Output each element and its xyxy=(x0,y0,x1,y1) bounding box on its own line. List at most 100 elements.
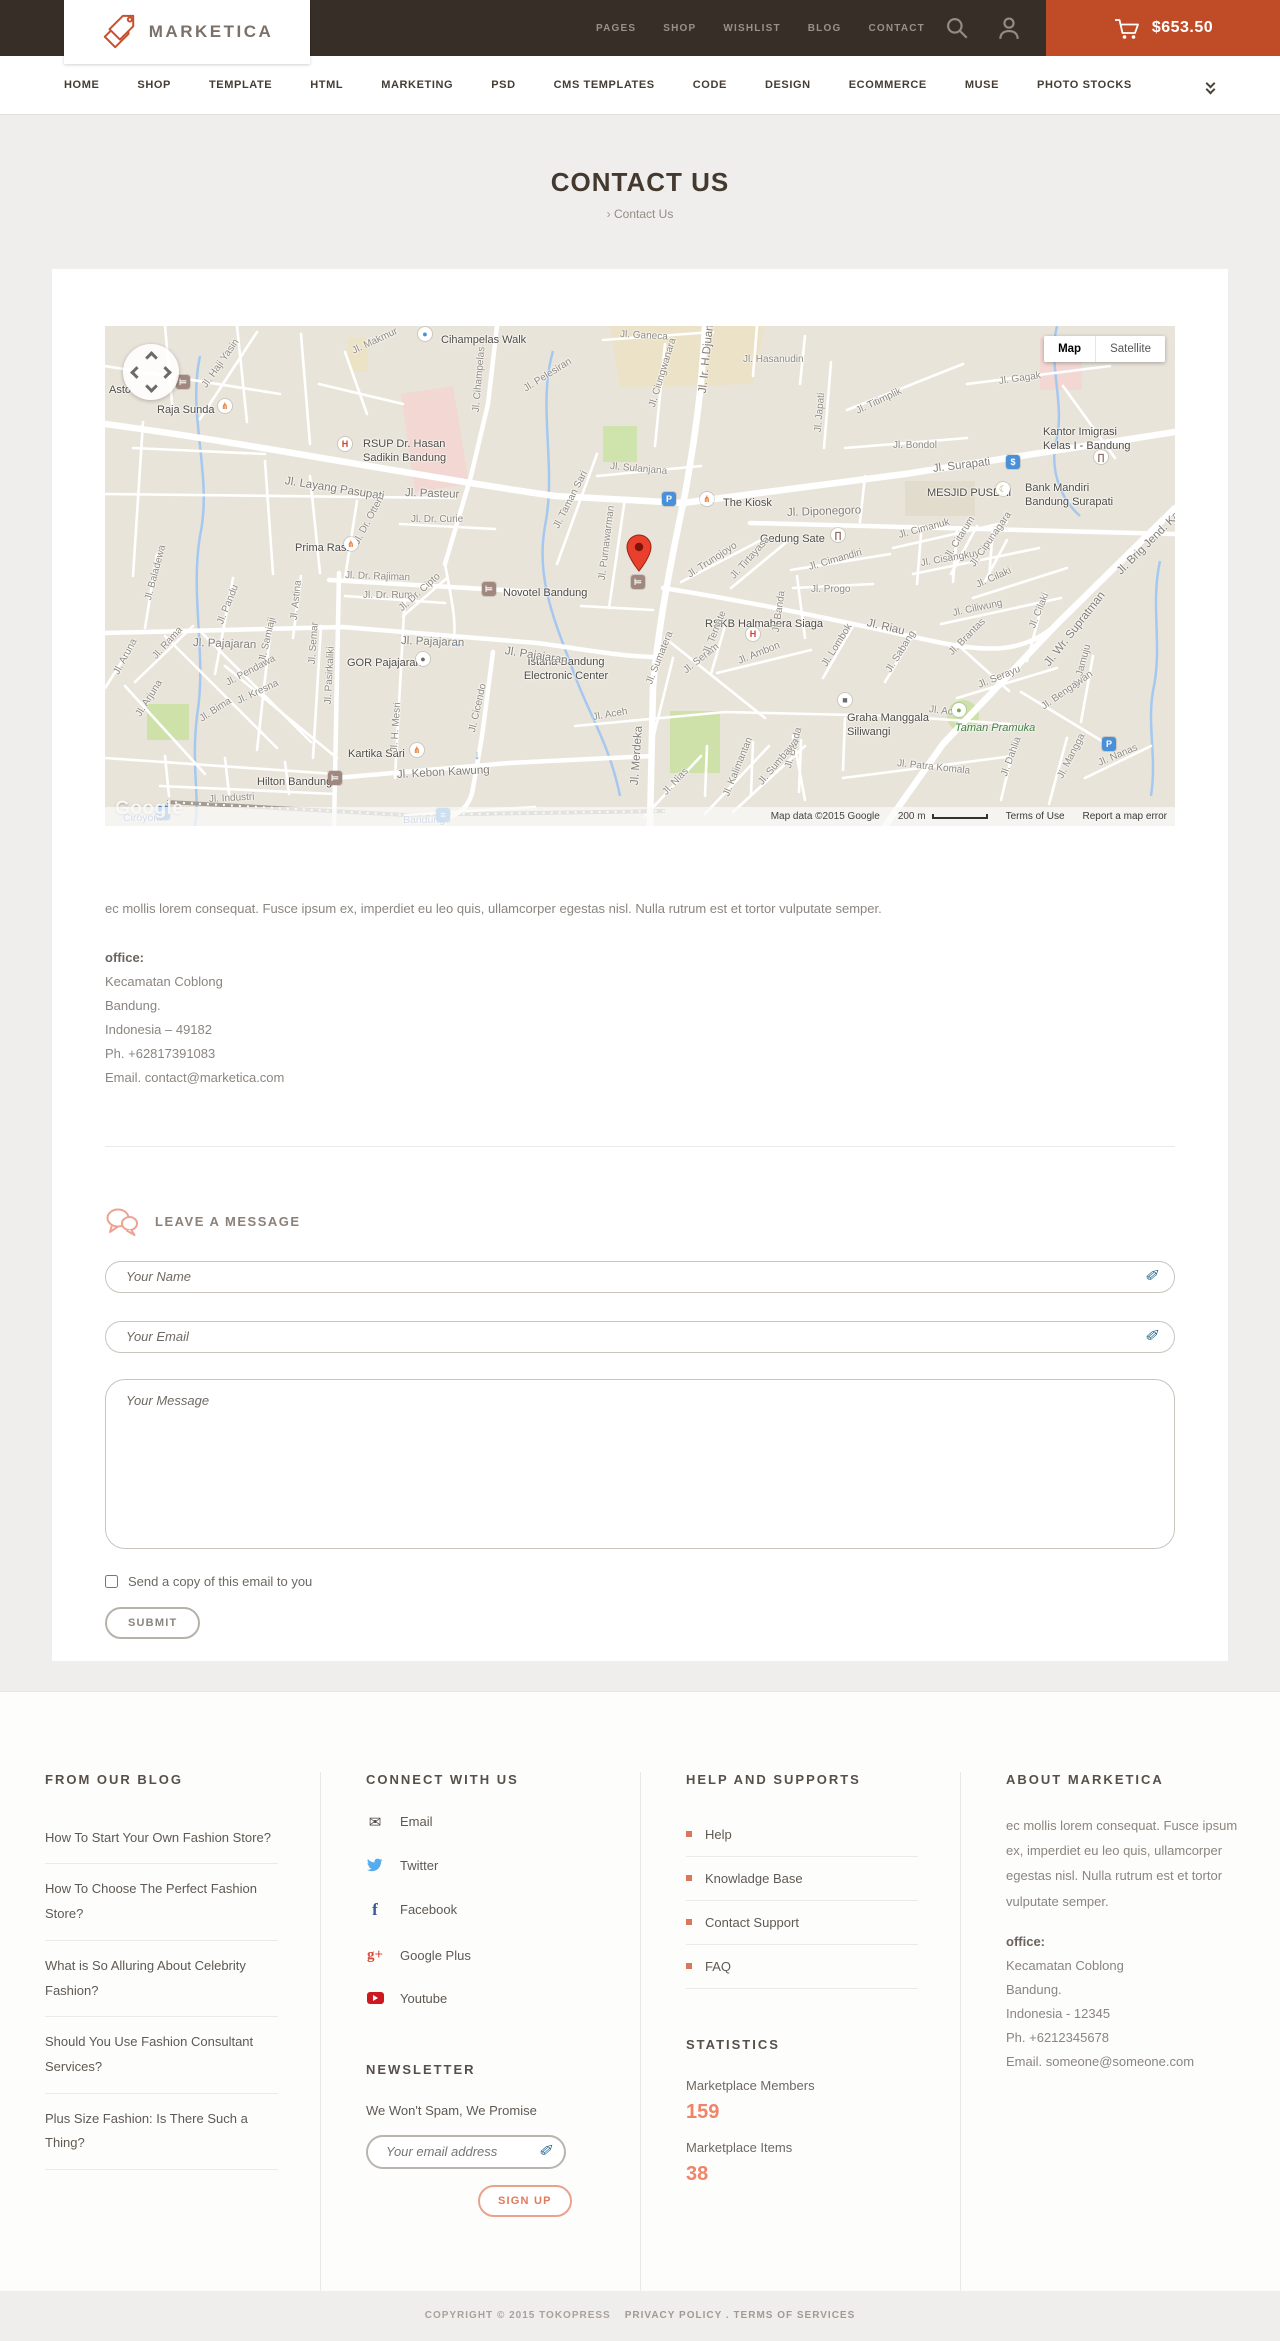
office-block: office: Kecamatan Coblong Bandung. Indon… xyxy=(105,946,1175,1090)
blog-link[interactable]: How To Choose The Perfect Fashion Store? xyxy=(45,1864,278,1941)
help-link[interactable]: FAQ xyxy=(686,1945,918,1989)
blog-link[interactable]: Plus Size Fashion: Is There Such a Thing… xyxy=(45,2094,278,2170)
map-button[interactable]: Map xyxy=(1044,336,1097,362)
menu-code[interactable]: CODE xyxy=(674,79,746,91)
connect-heading: CONNECT WITH US xyxy=(366,1771,519,1787)
parking-icon: P xyxy=(662,492,676,506)
menu-marketing[interactable]: MARKETING xyxy=(362,79,472,91)
help-link[interactable]: Knowladge Base xyxy=(686,1857,918,1901)
pan-up-icon[interactable] xyxy=(145,351,158,364)
privacy-policy-link[interactable]: PRIVACY POLICY xyxy=(625,2310,722,2321)
social-label: Twitter xyxy=(400,1857,439,1873)
newsletter-email-input[interactable] xyxy=(366,2134,566,2169)
breadcrumb-separator: › xyxy=(606,207,611,221)
social-twitter[interactable]: Twitter xyxy=(366,1858,598,1873)
message-textarea[interactable] xyxy=(105,1378,1175,1549)
menu-muse[interactable]: MUSE xyxy=(946,79,1018,91)
contact-intro: ec mollis lorem consequat. Fusce ipsum e… xyxy=(105,901,882,916)
pan-right-icon[interactable] xyxy=(159,366,172,379)
cart-button[interactable]: $653.50 xyxy=(1046,0,1280,56)
blog-link[interactable]: What is So Alluring About Celebrity Fash… xyxy=(45,1941,278,2018)
search-icon[interactable] xyxy=(944,15,970,41)
pan-left-icon[interactable] xyxy=(130,366,143,379)
copyright-text: COPYRIGHT © 2015 TOKOPRESS xyxy=(424,2310,611,2322)
stat-label: Marketplace Members xyxy=(686,2077,815,2093)
bullet-icon xyxy=(686,1919,692,1926)
report-map-error-link[interactable]: Report a map error xyxy=(1083,811,1167,822)
bullet-icon xyxy=(686,1875,692,1882)
tag-icon xyxy=(103,14,134,49)
newsletter-tagline: We Won't Spam, We Promise xyxy=(366,2102,537,2118)
map-type-control: Map Satellite xyxy=(1044,336,1165,362)
main-menu: HOME SHOP TEMPLATE HTML MARKETING PSD CM… xyxy=(0,56,1280,115)
about-heading: ABOUT MARKETICA xyxy=(1006,1771,1164,1787)
menu-photo-stocks[interactable]: PHOTO STOCKS xyxy=(1018,79,1151,91)
social-label: Youtube xyxy=(400,1990,448,2006)
cart-icon xyxy=(1114,19,1139,39)
restaurant-icon: ⋔ xyxy=(410,743,424,757)
header-nav: PAGES SHOP WISHLIST BLOG CONTACT xyxy=(596,0,925,56)
copyright-bar: COPYRIGHT © 2015 TOKOPRESS PRIVACY POLIC… xyxy=(0,2290,1280,2341)
help-link[interactable]: Contact Support xyxy=(686,1901,918,1945)
nav-blog[interactable]: BLOG xyxy=(808,23,842,34)
email-icon: ✉ xyxy=(368,1813,382,1831)
facebook-icon: f xyxy=(372,1899,378,1919)
brand-name: MARKETICA xyxy=(148,22,274,41)
nav-shop[interactable]: SHOP xyxy=(663,23,696,34)
menu-template[interactable]: TEMPLATE xyxy=(190,79,291,91)
copyright-dot: . xyxy=(725,2310,730,2322)
map-scalebar xyxy=(931,814,988,819)
social-email[interactable]: ✉ Email xyxy=(366,1813,598,1831)
send-copy-checkbox[interactable] xyxy=(105,1574,118,1588)
menu-home[interactable]: HOME xyxy=(45,79,118,91)
menu-design[interactable]: DESIGN xyxy=(746,79,830,91)
map-pan-control[interactable] xyxy=(123,344,179,400)
satellite-button[interactable]: Satellite xyxy=(1096,336,1165,362)
social-facebook[interactable]: f Facebook xyxy=(366,1900,598,1920)
sport-icon: ● xyxy=(416,652,430,666)
terms-of-use-link[interactable]: Terms of Use xyxy=(1006,811,1065,822)
pan-down-icon[interactable] xyxy=(145,380,158,393)
mosque-icon: ☾ xyxy=(996,482,1010,496)
submit-button[interactable]: SUBMIT xyxy=(105,1606,201,1639)
hotel-icon: ⊨ xyxy=(328,771,342,785)
googleplus-icon: g+ xyxy=(366,1946,384,1963)
blog-link[interactable]: How To Start Your Own Fashion Store? xyxy=(45,1813,278,1865)
map-data-credit: Map data ©2015 Google xyxy=(770,811,880,822)
footer-help-column: HELP AND SUPPORTS Help Knowladge Base Co… xyxy=(640,1771,960,2291)
menu-shop[interactable]: SHOP xyxy=(118,79,190,91)
museum-icon: ∏ xyxy=(1094,450,1108,464)
help-link[interactable]: Help xyxy=(686,1813,918,1857)
terms-of-services-link[interactable]: TERMS OF SERVICES xyxy=(733,2310,855,2321)
menu-cms-templates[interactable]: CMS TEMPLATES xyxy=(535,79,674,91)
map-marker-icon[interactable] xyxy=(626,534,652,572)
menu-psd[interactable]: PSD xyxy=(472,79,534,91)
nav-pages[interactable]: PAGES xyxy=(596,23,636,34)
signup-button[interactable]: SIGN UP xyxy=(478,2184,572,2217)
hotel-icon: ⊨ xyxy=(631,575,645,589)
chevron-double-down-icon[interactable] xyxy=(1205,78,1218,95)
office-line: Email. contact@marketica.com xyxy=(105,1069,285,1085)
email-input[interactable] xyxy=(105,1320,1175,1353)
name-input[interactable] xyxy=(105,1260,1175,1293)
nav-contact[interactable]: CONTACT xyxy=(868,23,925,34)
social-youtube[interactable]: Youtube xyxy=(366,1991,598,2006)
footer-about-column: ABOUT MARKETICA ec mollis lorem consequa… xyxy=(960,1771,1280,2291)
social-googleplus[interactable]: g+ Google Plus xyxy=(366,1947,598,1964)
footer-office-block: office: Kecamatan Coblong Bandung. Indon… xyxy=(1006,1930,1238,2074)
map-attribution: Map data ©2015 Google 200 m Terms of Use… xyxy=(105,807,1175,826)
help-heading: HELP AND SUPPORTS xyxy=(686,1771,861,1787)
hospital-icon: H xyxy=(746,627,760,641)
footer: FROM OUR BLOG How To Start Your Own Fash… xyxy=(0,1690,1280,2291)
blog-link[interactable]: Should You Use Fashion Consultant Servic… xyxy=(45,2017,278,2094)
google-map[interactable]: Cihampelas Walk Asto Raja Sunda RSUP Dr. Ha… xyxy=(105,326,1175,826)
user-icon[interactable] xyxy=(996,15,1022,41)
brand-logo[interactable]: MARKETICA xyxy=(64,0,310,64)
museum-icon: ∏ xyxy=(831,528,845,542)
nav-wishlist[interactable]: WISHLIST xyxy=(723,23,780,34)
office-line: Ph. +62817391083 xyxy=(105,1045,216,1061)
social-label: Google Plus xyxy=(400,1947,471,1963)
menu-html[interactable]: HTML xyxy=(291,79,362,91)
menu-ecommerce[interactable]: ECOMMERCE xyxy=(830,79,946,91)
park-icon: ● xyxy=(952,703,966,717)
